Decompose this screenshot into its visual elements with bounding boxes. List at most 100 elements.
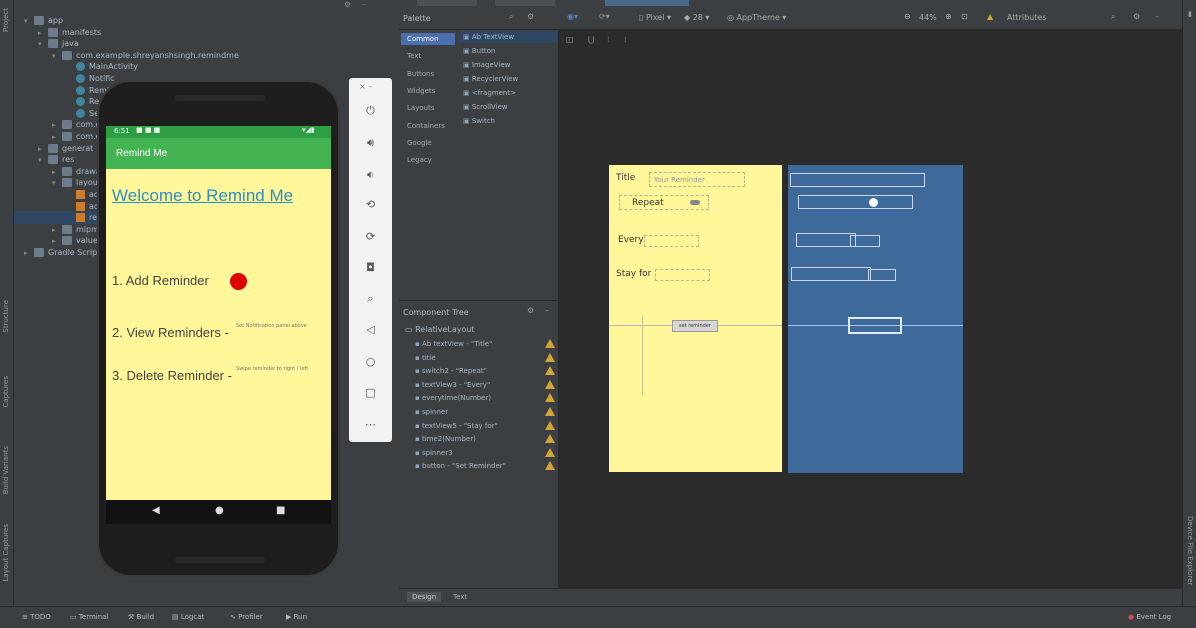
home-icon[interactable]: ○ (362, 353, 379, 370)
bp-every-input-box[interactable] (850, 235, 880, 247)
design-preview[interactable]: Title Your Reminder Repeat Every Stay fo… (609, 165, 782, 472)
volume-up-icon[interactable]: 🔊︎ (362, 134, 379, 151)
magnet-icon[interactable]: ⋃ (588, 35, 595, 44)
preview-switch-toggle[interactable] (690, 200, 700, 205)
tool-profiler[interactable]: ∿ Profiler (230, 613, 263, 621)
back-icon[interactable]: ◁ (362, 321, 379, 338)
component-tree-item[interactable]: ▪ Ab textView - "Title" (415, 338, 557, 350)
warning-icon[interactable]: ▲ (987, 12, 993, 21)
component-tree-minimize-icon[interactable]: – (545, 306, 549, 315)
zoom-fit-icon[interactable]: ⊡ (961, 12, 968, 21)
palette-item[interactable]: ▣ <fragment> (459, 87, 557, 99)
view-options-icon[interactable]: ◫ (566, 35, 574, 44)
bp-every-box[interactable] (796, 233, 856, 247)
component-tree-root[interactable]: ▭ RelativeLayout (405, 325, 475, 334)
settings-icon[interactable]: ⚙ (344, 0, 351, 9)
editor-tab-2[interactable] (495, 0, 555, 6)
blueprint-view[interactable] (788, 165, 963, 473)
rotate-right-icon[interactable]: ⟳ (362, 228, 379, 245)
tool-attributes-side[interactable]: ▮ (1186, 10, 1194, 18)
tool-structure[interactable]: Structure (2, 300, 10, 333)
palette-category-common[interactable]: Common (401, 33, 455, 45)
component-tree-item[interactable]: ▪ everytime(Number) (415, 392, 557, 404)
zoom-out-icon[interactable]: ⊖ (904, 12, 911, 21)
clear-constraints-icon[interactable]: ⁞ (607, 35, 610, 44)
api-dropdown[interactable]: ◆ 28 ▾ (684, 13, 709, 22)
palette-item[interactable]: ▣ RecyclerView (459, 73, 557, 85)
expand-arrow-icon[interactable]: ▾ (52, 177, 62, 190)
warning-icon[interactable] (545, 379, 555, 389)
attributes-gear-icon[interactable]: ⚙ (1133, 12, 1140, 21)
attributes-minimize-icon[interactable]: – (1155, 12, 1159, 21)
bp-button-box[interactable] (848, 317, 902, 334)
device-dropdown[interactable]: ▯ Pixel ▾ (639, 13, 671, 22)
camera-icon[interactable]: ◘ (362, 259, 379, 276)
tool-todo[interactable]: ≡ TODO (22, 613, 51, 621)
component-tree-gear-icon[interactable]: ⚙ (527, 306, 534, 315)
more-icon[interactable]: ⋯ (362, 416, 379, 433)
preview-title-input[interactable]: Your Reminder (649, 172, 745, 187)
theme-dropdown[interactable]: ◎ AppTheme ▾ (727, 13, 786, 22)
warning-icon[interactable] (545, 366, 555, 376)
tool-build[interactable]: ⚒ Build (128, 613, 154, 621)
editor-tab-1[interactable] (417, 0, 477, 6)
preview-repeat-switch[interactable]: Repeat (619, 195, 709, 210)
menu-item-add-reminder[interactable]: 1. Add Reminder (112, 273, 209, 288)
warning-icon[interactable] (545, 447, 555, 457)
component-tree-item[interactable]: ▪ textView3 - "Every" (415, 379, 557, 391)
bp-stayfor-box[interactable] (791, 267, 871, 281)
zoom-in-icon[interactable]: ⊕ (945, 12, 952, 21)
power-icon[interactable]: ⏻ (362, 102, 379, 119)
welcome-link[interactable]: Welcome to Remind Me (112, 186, 293, 206)
component-tree-item[interactable]: ▪ switch2 - "Repeat" (415, 365, 557, 377)
palette-category-text[interactable]: Text (401, 50, 455, 62)
expand-arrow-icon[interactable]: ▾ (24, 15, 34, 28)
tool-build-variants[interactable]: Build Variants (2, 446, 10, 494)
palette-category-widgets[interactable]: Widgets (401, 85, 455, 97)
minimize-icon[interactable]: – (362, 0, 366, 9)
tool-layout-captures[interactable]: Layout Captures (2, 524, 10, 582)
orientation-icon[interactable]: ⟳▾ (599, 12, 610, 21)
palette-category-google[interactable]: Google (401, 137, 455, 149)
tab-design[interactable]: Design (407, 592, 442, 602)
preview-title-label[interactable]: Title (616, 173, 635, 183)
infer-constraints-icon[interactable]: ⁞ (624, 35, 627, 44)
menu-item-delete-reminder[interactable]: 3. Delete Reminder - (112, 368, 232, 383)
palette-item[interactable]: ▣ Button (459, 45, 557, 57)
palette-item[interactable]: ▣ Ab TextView (459, 31, 557, 43)
tool-captures[interactable]: Captures (2, 376, 10, 407)
bp-title-box[interactable] (790, 173, 925, 187)
warning-icon[interactable] (545, 339, 555, 348)
palette-category-layouts[interactable]: Layouts (401, 102, 455, 114)
design-surface-icon[interactable]: ◉▾ (567, 12, 578, 21)
expand-arrow-icon[interactable]: ▾ (38, 38, 48, 51)
component-tree-item[interactable]: ▪ spinner3 (415, 447, 557, 459)
palette-category-legacy[interactable]: Legacy (401, 154, 455, 166)
bp-stayfor-input-box[interactable] (868, 269, 896, 281)
warning-icon[interactable] (545, 407, 555, 416)
nav-home-icon[interactable]: ● (215, 505, 224, 516)
component-tree-item[interactable]: ▪ button - "Set Reminder" (415, 460, 557, 472)
bp-repeat-box[interactable] (798, 195, 913, 209)
collapse-arrow-icon[interactable]: ▸ (24, 247, 34, 260)
tab-text[interactable]: Text (453, 593, 467, 601)
component-tree-item[interactable]: ▪ spinner (415, 406, 557, 418)
palette-category-buttons[interactable]: Buttons (401, 68, 455, 80)
palette-item[interactable]: ▣ Switch (459, 115, 557, 127)
tool-logcat[interactable]: ▤ Logcat (172, 613, 204, 621)
tool-device-file-explorer[interactable]: Device File Explorer (1186, 516, 1194, 585)
expand-arrow-icon[interactable]: ▾ (52, 50, 62, 63)
expand-arrow-icon[interactable]: ▾ (38, 154, 48, 167)
warning-icon[interactable] (545, 420, 555, 430)
component-tree-item[interactable]: ▪ textView5 - "Stay for" (415, 420, 557, 432)
warning-icon[interactable] (545, 461, 555, 471)
zoom-icon[interactable]: ⌕ (362, 290, 379, 307)
volume-down-icon[interactable]: 🔉︎ (362, 166, 379, 183)
warning-icon[interactable] (545, 352, 555, 362)
tool-run[interactable]: ▶ Run (286, 613, 307, 621)
palette-category-containers[interactable]: Containers (401, 120, 455, 132)
warning-icon[interactable] (545, 393, 555, 403)
tool-terminal[interactable]: ▭ Terminal (70, 613, 108, 621)
overview-icon[interactable]: □ (362, 384, 379, 401)
search-icon[interactable]: ⌕ (509, 12, 513, 22)
